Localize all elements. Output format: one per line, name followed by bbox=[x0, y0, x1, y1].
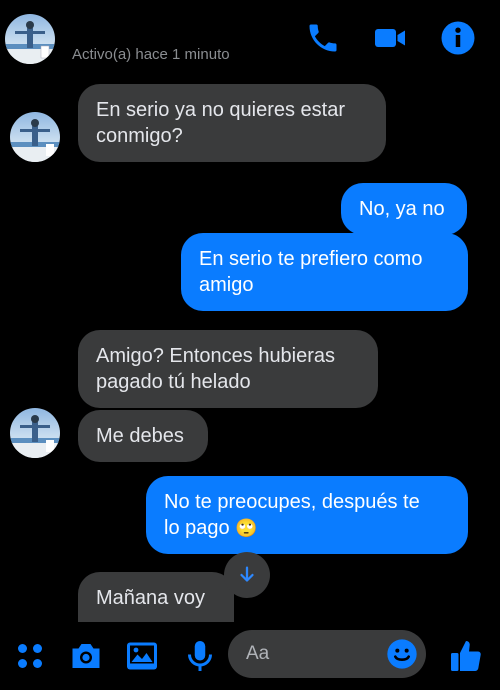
message-bubble-outgoing[interactable]: No, ya no bbox=[341, 183, 467, 235]
composer-bar: Aa bbox=[0, 622, 500, 690]
message-bubble-incoming[interactable]: Amigo? Entonces hubieras pagado tú helad… bbox=[78, 330, 378, 408]
message-input[interactable]: Aa bbox=[228, 630, 426, 678]
avatar-photo bbox=[10, 415, 60, 458]
message-bubble-incoming[interactable]: Mañana voy bbox=[78, 572, 234, 624]
avatar-photo bbox=[5, 21, 55, 64]
message-bubble-outgoing[interactable]: En serio te prefiero como amigo bbox=[181, 233, 468, 311]
message-bubble-incoming[interactable]: En serio ya no quieres estar conmigo? bbox=[78, 84, 386, 162]
avatar-photo bbox=[10, 119, 60, 162]
message-bubble-outgoing[interactable]: No te preocupes, después te lo pago 🙄 bbox=[146, 476, 468, 554]
contact-avatar[interactable] bbox=[10, 112, 60, 162]
eye-roll-emoji: 🙄 bbox=[235, 518, 258, 538]
contact-avatar[interactable] bbox=[10, 408, 60, 458]
thumbs-up-icon[interactable] bbox=[448, 638, 484, 674]
contact-avatar[interactable] bbox=[5, 14, 55, 64]
phone-icon[interactable] bbox=[305, 20, 341, 56]
info-icon[interactable] bbox=[440, 20, 476, 56]
active-status: Activo(a) hace 1 minuto bbox=[72, 46, 230, 63]
video-camera-icon[interactable] bbox=[372, 20, 408, 56]
more-actions-icon[interactable] bbox=[12, 638, 48, 674]
camera-icon[interactable] bbox=[68, 638, 104, 674]
emoji-icon[interactable] bbox=[386, 638, 418, 670]
scroll-to-bottom-button[interactable] bbox=[224, 552, 270, 598]
arrow-down-icon bbox=[240, 566, 254, 582]
microphone-icon[interactable] bbox=[182, 638, 218, 674]
chat-header: Activo(a) hace 1 minuto bbox=[0, 0, 500, 80]
message-input-placeholder: Aa bbox=[246, 643, 270, 664]
message-bubble-incoming[interactable]: Me debes bbox=[78, 410, 208, 462]
gallery-icon[interactable] bbox=[124, 638, 160, 674]
